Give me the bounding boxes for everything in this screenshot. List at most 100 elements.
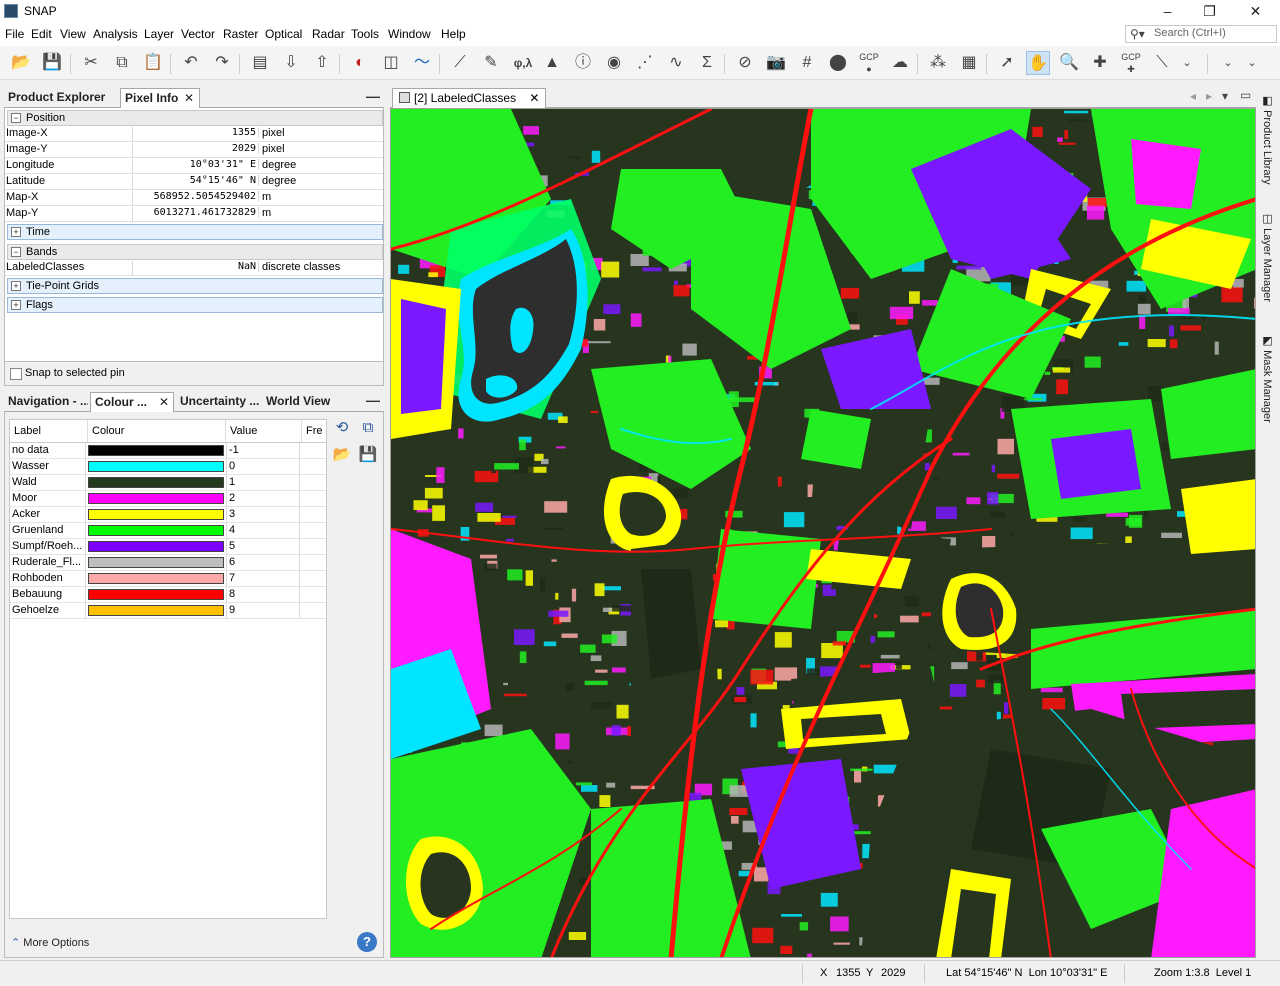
scroll-left-tabs-icon[interactable]: ◂: [1190, 89, 1196, 103]
multi-apply-icon[interactable]: ⧉: [357, 417, 379, 439]
menu-optical[interactable]: Optical: [265, 27, 302, 41]
colour-swatch[interactable]: [88, 445, 224, 456]
classified-image[interactable]: [391, 109, 1256, 958]
menu-radar[interactable]: Radar: [312, 27, 345, 41]
colour-table-row[interactable]: Acker 3: [10, 507, 326, 523]
pin-placing-icon[interactable]: ✚: [1088, 51, 1112, 75]
minimize-button[interactable]: –: [1145, 0, 1190, 24]
tab-product-library[interactable]: ◧ Product Library: [1261, 94, 1274, 185]
section-bands[interactable]: − Bands: [7, 244, 383, 260]
class-label[interactable]: Acker: [10, 507, 86, 523]
menu-help[interactable]: Help: [441, 27, 466, 41]
class-value[interactable]: -1: [226, 443, 300, 459]
chevron-down-icon[interactable]: ⌄: [1240, 51, 1264, 75]
column-header-value[interactable]: Value: [226, 420, 302, 442]
overlay-icon[interactable]: ☁: [888, 51, 912, 75]
menu-layer[interactable]: Layer: [144, 27, 174, 41]
close-icon[interactable]: ✕: [184, 89, 194, 108]
class-value[interactable]: 7: [226, 571, 300, 587]
menu-analysis[interactable]: Analysis: [93, 27, 138, 41]
colour-table-row[interactable]: Wasser 0: [10, 459, 326, 475]
undo-icon[interactable]: ↶: [179, 51, 203, 75]
class-value[interactable]: 0: [226, 459, 300, 475]
restore-button[interactable]: ❐: [1187, 0, 1232, 24]
column-header-label[interactable]: Label: [10, 420, 88, 442]
colour-swatch[interactable]: [88, 573, 224, 584]
pin-manager-icon[interactable]: ⬤: [826, 51, 850, 75]
tab-world-view[interactable]: World View: [262, 392, 334, 412]
chevron-down-icon[interactable]: ⌄: [1175, 51, 1199, 75]
chevron-down-icon[interactable]: ⌄: [1216, 51, 1240, 75]
colour-swatch[interactable]: [88, 589, 224, 600]
cut-icon[interactable]: ✂: [79, 51, 103, 75]
menu-window[interactable]: Window: [388, 27, 431, 41]
colour-swatch[interactable]: [88, 477, 224, 488]
section-tie-point-grids[interactable]: + Tie-Point Grids: [7, 278, 383, 294]
section-position[interactable]: − Position: [7, 110, 383, 126]
import-icon[interactable]: ⇩: [279, 51, 303, 75]
colour-swatch[interactable]: [88, 541, 224, 552]
class-label[interactable]: Bebauung: [10, 587, 86, 603]
colour-table-row[interactable]: Sumpf/Roeh... 5: [10, 539, 326, 555]
class-value[interactable]: 1: [226, 475, 300, 491]
colour-table-row[interactable]: no data -1: [10, 443, 326, 459]
colour-swatch[interactable]: [88, 525, 224, 536]
zoom-tool-icon[interactable]: 🔍: [1057, 51, 1081, 75]
snap-to-pin-checkbox[interactable]: [10, 368, 22, 380]
gcp-manager-icon[interactable]: GCP ●: [857, 51, 881, 75]
colour-swatch[interactable]: [88, 605, 224, 616]
class-label[interactable]: Wald: [10, 475, 86, 491]
colour-swatch[interactable]: [88, 509, 224, 520]
class-value[interactable]: 2: [226, 491, 300, 507]
export-colour-palette-icon[interactable]: 💾: [357, 444, 379, 466]
horizontal-scrollbar[interactable]: ‹ ›: [14, 918, 327, 919]
section-flags[interactable]: + Flags: [7, 297, 383, 313]
class-label[interactable]: Rohboden: [10, 571, 86, 587]
class-label[interactable]: no data: [10, 443, 86, 459]
copy-icon[interactable]: ⧉: [110, 51, 134, 75]
class-label[interactable]: Sumpf/Roeh...: [10, 539, 86, 555]
spectrum-icon[interactable]: ◉: [602, 51, 626, 75]
tab-mask-manager[interactable]: ◩ Mask Manager: [1261, 334, 1274, 423]
line-plot-icon[interactable]: ∿: [664, 51, 688, 75]
drawing-icon[interactable]: ✎: [479, 51, 503, 75]
tab-colour-manipulation[interactable]: Colour ... ✕: [90, 392, 174, 412]
class-label[interactable]: Gehoelze: [10, 603, 86, 619]
colour-manipulation-icon[interactable]: ◐: [348, 51, 372, 75]
grid-icon[interactable]: #: [795, 51, 819, 75]
tab-list-icon[interactable]: ▾: [1222, 89, 1228, 103]
menu-raster[interactable]: Raster: [223, 27, 258, 41]
scatter-plot-icon[interactable]: ⋰: [633, 51, 657, 75]
tab-layer-manager[interactable]: ◫ Layer Manager: [1261, 212, 1274, 302]
menu-vector[interactable]: Vector: [181, 27, 215, 41]
class-value[interactable]: 8: [226, 587, 300, 603]
profile-plot-icon[interactable]: ⟋: [448, 51, 472, 75]
colour-table-row[interactable]: Bebauung 8: [10, 587, 326, 603]
redo-icon[interactable]: ↷: [210, 51, 234, 75]
search-input[interactable]: ⚲▾ Search (Ctrl+I): [1125, 25, 1277, 43]
paste-icon[interactable]: 📋: [141, 51, 165, 75]
colour-table-row[interactable]: Wald 1: [10, 475, 326, 491]
export-icon[interactable]: ⇧: [310, 51, 334, 75]
save-product-icon[interactable]: 💾: [40, 51, 64, 75]
class-value[interactable]: 5: [226, 539, 300, 555]
reset-icon[interactable]: ⟲: [331, 417, 353, 439]
column-header-colour[interactable]: Colour: [88, 420, 226, 442]
class-label[interactable]: Moor: [10, 491, 86, 507]
mask-icon[interactable]: ⊘: [733, 51, 757, 75]
batch-processing-icon[interactable]: ▦: [957, 51, 981, 75]
tab-pixel-info[interactable]: Pixel Info ✕: [120, 88, 200, 108]
maximize-icon[interactable]: ▭: [1240, 88, 1251, 102]
help-icon[interactable]: ?: [357, 932, 377, 952]
menu-tools[interactable]: Tools: [351, 27, 379, 41]
section-time[interactable]: + Time: [7, 224, 383, 240]
tab-uncertainty[interactable]: Uncertainty ...: [176, 392, 260, 412]
class-label[interactable]: Wasser: [10, 459, 86, 475]
graph-builder-icon[interactable]: ⁂: [926, 51, 950, 75]
colour-table-row[interactable]: Gruenland 4: [10, 523, 326, 539]
band-maths-icon[interactable]: ▤: [248, 51, 272, 75]
statistics-icon[interactable]: Σ: [695, 51, 719, 75]
menu-view[interactable]: View: [60, 27, 86, 41]
histogram-icon[interactable]: ▲: [540, 51, 564, 75]
tab-labeled-classes[interactable]: [2] LabeledClasses ✕: [392, 88, 547, 108]
